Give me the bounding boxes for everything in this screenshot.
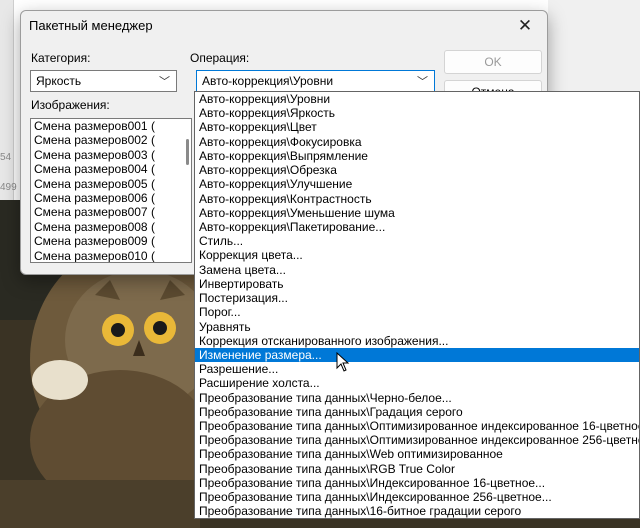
list-item[interactable]: Смена размеров007 ( bbox=[31, 205, 191, 219]
operation-select[interactable]: Авто-коррекция\Уровни ﹀ bbox=[196, 70, 435, 92]
dropdown-option[interactable]: Преобразование типа данных\RGB True Colo… bbox=[195, 462, 639, 476]
images-label: Изображения: bbox=[31, 98, 110, 112]
dropdown-option[interactable]: Авто-коррекция\Яркость bbox=[195, 106, 639, 120]
mouse-pointer-icon bbox=[336, 352, 350, 372]
dropdown-option[interactable]: Преобразование типа данных\Web оптимизир… bbox=[195, 447, 639, 461]
dropdown-option[interactable]: Преобразование типа данных\16-битное гра… bbox=[195, 504, 639, 518]
dropdown-option[interactable]: Авто-коррекция\Пакетирование... bbox=[195, 220, 639, 234]
dropdown-option[interactable]: Преобразование типа данных\Индексированн… bbox=[195, 476, 639, 490]
images-scrollbar[interactable] bbox=[186, 139, 189, 165]
category-value: Яркость bbox=[36, 74, 82, 88]
dropdown-option[interactable]: Расширение холста... bbox=[195, 376, 639, 390]
category-select[interactable]: Яркость ﹀ bbox=[30, 70, 177, 92]
operation-value: Авто-коррекция\Уровни bbox=[202, 74, 334, 88]
chevron-down-icon: ﹀ bbox=[417, 76, 428, 88]
operation-dropdown-list[interactable]: Авто-коррекция\Уровни Авто-коррекция\Ярко… bbox=[194, 91, 640, 519]
dropdown-option[interactable]: Стиль... bbox=[195, 234, 639, 248]
list-item[interactable]: Смена размеров003 ( bbox=[31, 148, 191, 162]
list-item[interactable]: Смена размеров008 ( bbox=[31, 220, 191, 234]
dropdown-option[interactable]: Авто-коррекция\Уровни bbox=[195, 92, 639, 106]
images-listbox[interactable]: Смена размеров001 ( Смена размеров002 ( … bbox=[30, 118, 192, 263]
ok-button[interactable]: OK bbox=[444, 50, 542, 74]
background-fragment: 499 bbox=[0, 182, 17, 193]
dropdown-option[interactable]: Преобразование типа данных\Градация серо… bbox=[195, 405, 639, 419]
dropdown-option[interactable]: Преобразование типа данных\Оптимизирован… bbox=[195, 433, 639, 447]
operation-label: Операция: bbox=[190, 51, 250, 65]
dropdown-option[interactable]: Авто-коррекция\Выпрямление bbox=[195, 149, 639, 163]
dropdown-option[interactable]: Коррекция отсканированного изображения..… bbox=[195, 334, 639, 348]
dropdown-option[interactable]: Инвертировать bbox=[195, 277, 639, 291]
background-fragment: 54 bbox=[0, 152, 12, 163]
dropdown-option[interactable]: Уравнять bbox=[195, 320, 639, 334]
dropdown-option[interactable]: Авто-коррекция\Уменьшение шума bbox=[195, 206, 639, 220]
dropdown-option[interactable]: Преобразование типа данных\Индексированн… bbox=[195, 490, 639, 504]
list-item[interactable]: Смена размеров010 ( bbox=[31, 249, 191, 262]
dropdown-option[interactable]: Авто-коррекция\Цвет bbox=[195, 120, 639, 134]
list-item[interactable]: Смена размеров001 ( bbox=[31, 119, 191, 133]
close-icon: ✕ bbox=[517, 16, 533, 35]
dropdown-option[interactable]: Преобразование типа данных\Черно-белое..… bbox=[195, 391, 639, 405]
background-side-strip bbox=[0, 0, 14, 200]
dropdown-option[interactable]: Авто-коррекция\Контрастность bbox=[195, 192, 639, 206]
close-button[interactable]: ✕ bbox=[503, 11, 547, 41]
list-item[interactable]: Смена размеров002 ( bbox=[31, 133, 191, 147]
dialog-titlebar[interactable]: Пакетный менеджер ✕ bbox=[21, 11, 547, 41]
list-item[interactable]: Смена размеров009 ( bbox=[31, 234, 191, 248]
dropdown-option[interactable]: Коррекция цвета... bbox=[195, 248, 639, 262]
dropdown-option[interactable]: Изменение размера... bbox=[195, 347, 639, 363]
list-item[interactable]: Смена размеров006 ( bbox=[31, 191, 191, 205]
category-label: Категория: bbox=[31, 51, 91, 65]
dropdown-option[interactable]: Постеризация... bbox=[195, 291, 639, 305]
dropdown-option[interactable]: Авто-коррекция\Обрезка bbox=[195, 163, 639, 177]
list-item[interactable]: Смена размеров005 ( bbox=[31, 177, 191, 191]
dropdown-option[interactable]: Авто-коррекция\Фокусировка bbox=[195, 135, 639, 149]
chevron-down-icon: ﹀ bbox=[159, 76, 170, 88]
dropdown-option[interactable]: Разрешение... bbox=[195, 362, 639, 376]
dropdown-option[interactable]: Порог... bbox=[195, 305, 639, 319]
dropdown-option[interactable]: Преобразование типа данных\Оптимизирован… bbox=[195, 419, 639, 433]
dialog-title: Пакетный менеджер bbox=[29, 18, 153, 33]
dropdown-option[interactable]: Авто-коррекция\Улучшение bbox=[195, 177, 639, 191]
list-item[interactable]: Смена размеров004 ( bbox=[31, 162, 191, 176]
dropdown-option[interactable]: Замена цвета... bbox=[195, 263, 639, 277]
